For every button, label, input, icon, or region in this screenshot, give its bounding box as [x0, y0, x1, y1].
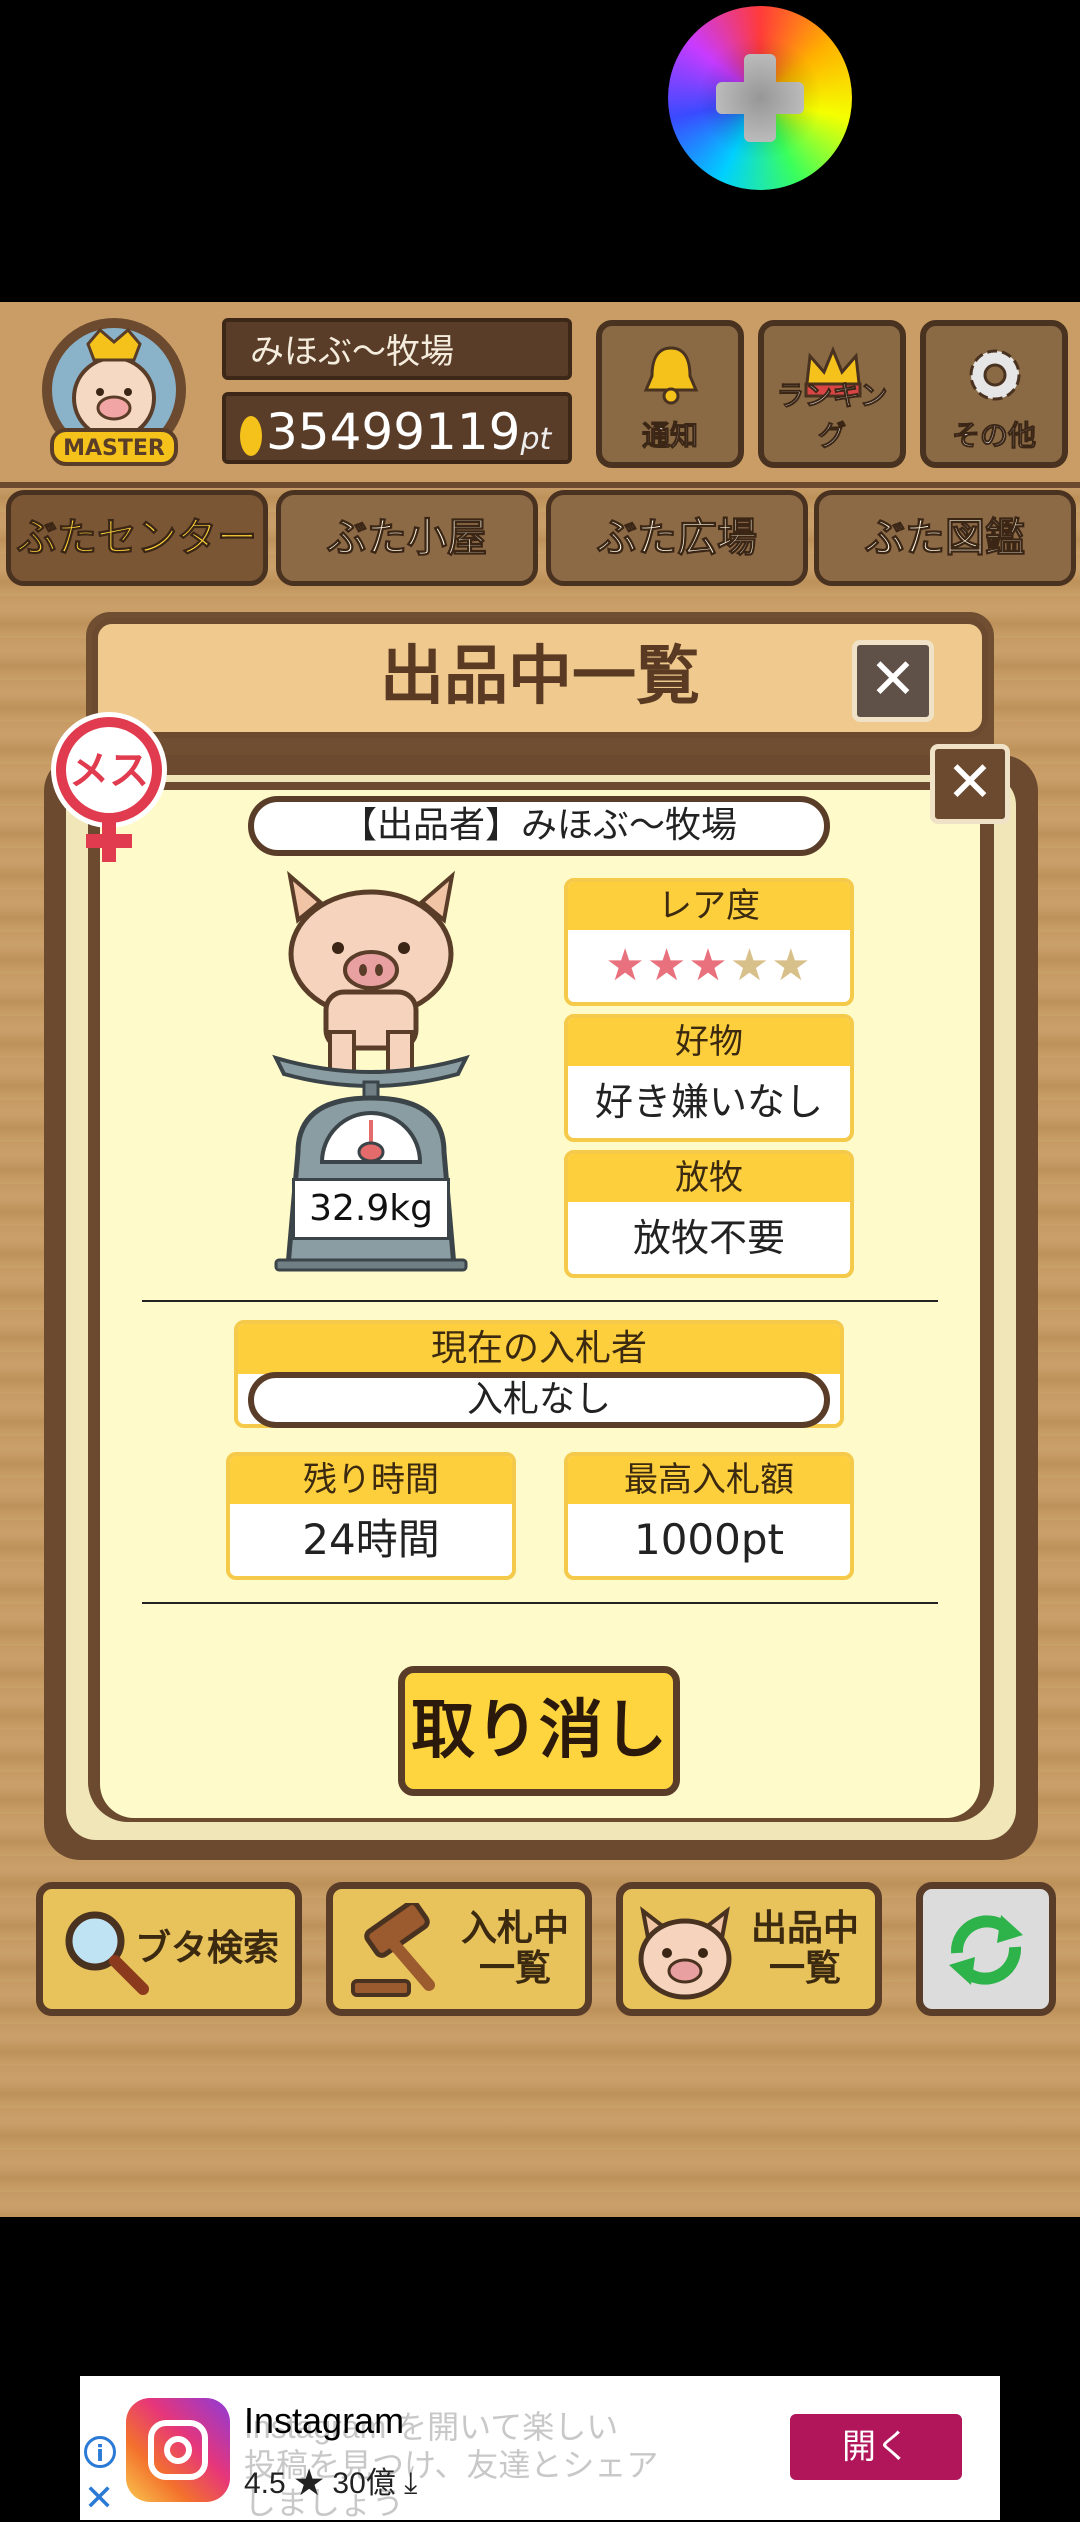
seller-label: 【出品者】みほぶ〜牧場 — [248, 796, 830, 856]
notification-label: 通知 — [641, 419, 698, 453]
pig-search-button[interactable]: ブタ検索 — [36, 1882, 302, 2016]
favorite-label: 好物 — [568, 1018, 850, 1066]
listing-list-label: 出品中 一覧 — [750, 1908, 859, 1989]
other-label: その他 — [951, 419, 1036, 453]
modal-close-button[interactable]: ✕ — [852, 640, 934, 722]
svg-text:MASTER: MASTER — [63, 436, 165, 461]
ranking-label: ランキング — [776, 379, 888, 453]
cancel-listing-button[interactable]: 取り消し — [398, 1666, 680, 1796]
rarity-stars: ★★★★★ — [568, 930, 850, 1002]
bidding-list-button[interactable]: 入札中 一覧 — [326, 1882, 592, 2016]
ad-downloads: 30億 — [332, 2467, 396, 2500]
master-badge: MASTER — [42, 318, 186, 466]
points-display: 35499119pt — [222, 392, 572, 464]
points-value: 35499119 — [266, 403, 521, 461]
ranking-button[interactable]: ランキング — [758, 320, 906, 468]
download-icon: ⤓ — [404, 2467, 418, 2500]
star-icon: ★ — [294, 2467, 325, 2500]
ad-open-button[interactable]: 開く — [790, 2414, 962, 2480]
divider — [142, 1300, 938, 1302]
current-bidder-value: 入札なし — [248, 1372, 830, 1428]
max-bid-box: 最高入札額 1000pt — [564, 1452, 854, 1580]
max-bid-label: 最高入札額 — [568, 1456, 850, 1504]
grazing-value: 放牧不要 — [632, 1216, 785, 1260]
coin-icon — [240, 415, 262, 456]
ad-app-name: Instagram — [244, 2400, 405, 2441]
ad-rating: 4.5 ★ 30億 ⤓ — [244, 2458, 417, 2502]
ad-close-icon[interactable]: ✕ — [84, 2478, 114, 2519]
female-gender-icon: メス — [51, 712, 167, 862]
star-empty-icon: ★★ — [729, 940, 813, 991]
time-left-value: 24時間 — [302, 1515, 440, 1564]
rarity-label: レア度 — [568, 882, 850, 930]
other-button[interactable]: その他 — [920, 320, 1068, 468]
tab-buta-encyclopedia[interactable]: ぶた図鑑 — [814, 490, 1076, 586]
divider — [142, 1602, 938, 1604]
gear-icon — [969, 349, 1021, 401]
tab-buta-center[interactable]: ぶたセンター — [6, 490, 268, 586]
bidding-list-label: 入札中 一覧 — [460, 1908, 569, 1989]
notification-button[interactable]: 通知 — [596, 320, 744, 468]
tab-buta-hut[interactable]: ぶた小屋 — [276, 490, 538, 586]
floating-gamepad-button[interactable] — [668, 6, 852, 190]
refresh-icon — [949, 1915, 1023, 1985]
pig-search-label: ブタ検索 — [134, 1928, 279, 1969]
star-filled-icon: ★★★ — [605, 940, 730, 991]
favorite-value: 好き嫌いなし — [594, 1080, 823, 1124]
svg-text:メス: メス — [69, 748, 149, 794]
blank-area — [0, 2217, 1080, 2377]
grazing-label: 放牧 — [568, 1154, 850, 1202]
farm-name: みほぶ〜牧場 — [222, 318, 572, 380]
dpad-icon — [744, 54, 776, 142]
time-left-label: 残り時間 — [230, 1456, 512, 1504]
card-close-button[interactable]: ✕ — [930, 744, 1010, 824]
points-unit: pt — [520, 422, 552, 457]
instagram-app-icon[interactable] — [126, 2398, 230, 2502]
rarity-box: レア度 ★★★★★ — [564, 878, 854, 1006]
dpad-icon-bar — [716, 82, 804, 114]
grazing-box: 放牧 放牧不要 — [564, 1150, 854, 1278]
max-bid-value: 1000pt — [633, 1515, 784, 1564]
tab-buta-plaza[interactable]: ぶた広場 — [546, 490, 808, 586]
current-bidder-label: 現在の入札者 — [238, 1324, 840, 1374]
time-left-box: 残り時間 24時間 — [226, 1452, 516, 1580]
pig-weight: 32.9kg — [292, 1178, 450, 1240]
bell-icon — [643, 346, 699, 405]
refresh-button[interactable] — [916, 1882, 1056, 2016]
pig-face-icon — [638, 1906, 732, 2000]
ad-rating-value: 4.5 — [244, 2467, 286, 2500]
ad-info-icon[interactable]: i — [84, 2436, 116, 2468]
favorite-food-box: 好物 好き嫌いなし — [564, 1014, 854, 1142]
gavel-icon — [351, 1903, 435, 1997]
listing-list-button[interactable]: 出品中 一覧 — [616, 1882, 882, 2016]
